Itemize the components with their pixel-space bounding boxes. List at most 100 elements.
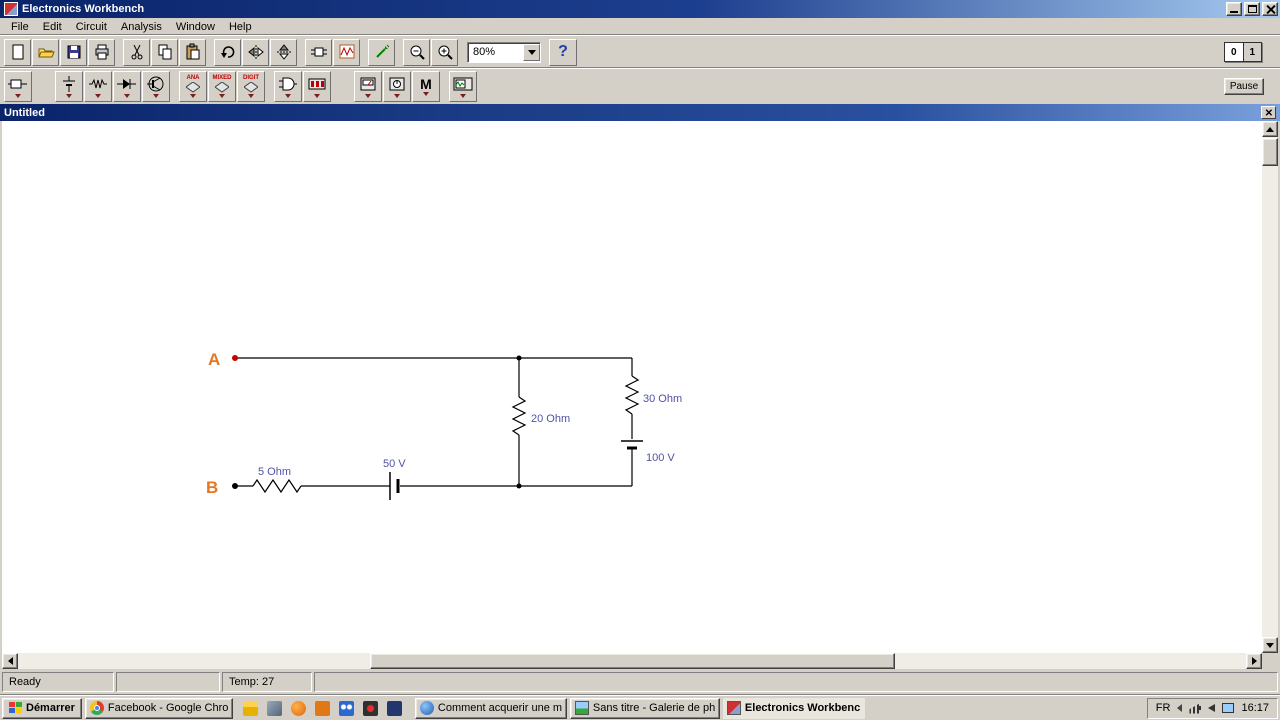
menu-help[interactable]: Help xyxy=(222,20,259,34)
mixed-ics-bin-button[interactable]: MIXED xyxy=(208,71,236,102)
battery-v1-50v[interactable] xyxy=(389,472,400,500)
resistor-r3-30ohm[interactable] xyxy=(624,358,640,439)
pause-button[interactable]: Pause xyxy=(1224,78,1264,95)
resistor-r1-5ohm[interactable] xyxy=(252,478,302,494)
cut-button[interactable] xyxy=(123,38,150,66)
taskbar-task-chrome[interactable]: Facebook - Google Chrome xyxy=(84,697,233,719)
component-properties-button[interactable] xyxy=(368,38,395,66)
paste-button[interactable] xyxy=(179,38,206,66)
copy-button[interactable] xyxy=(151,38,178,66)
digital-bin-button[interactable] xyxy=(303,71,331,102)
menu-analysis[interactable]: Analysis xyxy=(114,20,169,34)
favorites-icon xyxy=(8,79,27,89)
minimize-icon xyxy=(1230,11,1238,13)
battery-v2-value-label[interactable]: 100 V xyxy=(646,452,675,464)
node-a-terminal[interactable] xyxy=(232,355,238,361)
volume-icon[interactable] xyxy=(1198,704,1216,712)
users-icon[interactable] xyxy=(338,700,354,716)
basic-bin-button[interactable] xyxy=(84,71,112,102)
indicators-bin-button[interactable] xyxy=(354,71,382,102)
clock[interactable]: 16:17 xyxy=(1241,702,1269,714)
zoom-out-icon xyxy=(410,45,425,60)
start-button[interactable]: Démarrer xyxy=(2,697,82,719)
photo-gallery-icon xyxy=(574,701,589,715)
display-graphs-button[interactable] xyxy=(333,38,360,66)
node-b-terminal[interactable] xyxy=(232,483,238,489)
folder-icon[interactable] xyxy=(242,700,258,716)
display-icon[interactable] xyxy=(1222,703,1235,713)
activate-simulation-switch[interactable]: 0 1 xyxy=(1224,42,1262,62)
analog-ics-bin-button[interactable]: ANA xyxy=(179,71,207,102)
taskbar-task-workbench[interactable]: Electronics Workbenc... xyxy=(722,697,865,719)
firefox-icon[interactable] xyxy=(290,700,306,716)
menu-window[interactable]: Window xyxy=(169,20,222,34)
resistor-r1-value-label[interactable]: 5 Ohm xyxy=(258,466,291,478)
controls-bin-button[interactable] xyxy=(383,71,411,102)
menu-edit[interactable]: Edit xyxy=(36,20,69,34)
taskbar-task-help-doc[interactable]: Comment acquerir une m... xyxy=(414,697,567,719)
close-button[interactable] xyxy=(1262,2,1278,16)
new-button[interactable] xyxy=(4,38,31,66)
computer-icon[interactable] xyxy=(266,700,282,716)
scroll-down-button[interactable] xyxy=(1262,637,1278,653)
open-button[interactable] xyxy=(32,38,59,66)
menu-circuit[interactable]: Circuit xyxy=(69,20,114,34)
minimize-button[interactable] xyxy=(1226,2,1242,16)
battery-v1-value-label[interactable]: 50 V xyxy=(383,458,406,470)
resistor-r3-value-label[interactable]: 30 Ohm xyxy=(643,393,682,405)
language-indicator[interactable]: FR xyxy=(1156,702,1171,714)
digital-ics-bin-button[interactable]: DIGIT xyxy=(237,71,265,102)
control-knob-icon xyxy=(389,77,405,91)
logic-gate-icon xyxy=(279,77,297,91)
new-document-icon xyxy=(12,44,23,60)
help-button[interactable]: ? xyxy=(549,38,577,66)
create-subcircuit-button[interactable] xyxy=(305,38,332,66)
app-shortcut-icon[interactable] xyxy=(386,700,402,716)
sources-bin-button[interactable] xyxy=(55,71,83,102)
transistors-bin-button[interactable] xyxy=(142,71,170,102)
scroll-left-button[interactable] xyxy=(2,653,18,669)
scroll-right-button[interactable] xyxy=(1246,653,1262,669)
node-a-label[interactable]: A xyxy=(208,350,220,369)
task-label: Facebook - Google Chrome xyxy=(107,702,228,714)
maximize-button[interactable] xyxy=(1244,2,1260,16)
menu-file[interactable]: File xyxy=(4,20,36,34)
zoom-out-button[interactable] xyxy=(403,38,430,66)
main-toolbar: 80% ? 0 1 xyxy=(0,35,1280,68)
favorites-bin-button[interactable] xyxy=(4,71,32,102)
scrollbar-corner xyxy=(1262,653,1278,669)
media-player-icon[interactable] xyxy=(314,700,330,716)
resistor-icon xyxy=(89,78,107,89)
miscellaneous-bin-button[interactable]: M xyxy=(412,71,440,102)
battery-v2-100v[interactable] xyxy=(621,440,643,486)
logic-gates-bin-button[interactable] xyxy=(274,71,302,102)
taskbar-task-gallery[interactable]: Sans titre - Galerie de ph... xyxy=(569,697,720,719)
tray-chevron-icon[interactable] xyxy=(1177,704,1183,712)
arrow-left-icon xyxy=(7,657,13,665)
system-tray: FR 16:17 xyxy=(1146,697,1278,719)
player-icon[interactable] xyxy=(362,700,378,716)
rotate-button[interactable] xyxy=(214,38,241,66)
node-b-label[interactable]: B xyxy=(206,478,218,497)
document-close-button[interactable] xyxy=(1261,106,1276,119)
zoom-dropdown-button[interactable] xyxy=(523,43,540,61)
vertical-scrollbar[interactable] xyxy=(1262,121,1278,653)
save-button[interactable] xyxy=(60,38,87,66)
resistor-r2-20ohm[interactable] xyxy=(511,358,527,486)
zoom-level-select[interactable]: 80% xyxy=(467,41,541,63)
circuit-canvas[interactable]: A B 20 Ohm 30 Ohm 100 V 5 Ohm 50 V xyxy=(2,121,1262,653)
vertical-scroll-thumb[interactable] xyxy=(1262,138,1278,166)
horizontal-scroll-thumb[interactable] xyxy=(370,653,895,669)
flip-vertical-button[interactable] xyxy=(270,38,297,66)
chevron-down-icon xyxy=(190,94,196,98)
task-label: Electronics Workbenc... xyxy=(744,702,861,714)
horizontal-scrollbar[interactable] xyxy=(2,653,1262,669)
flip-horizontal-button[interactable] xyxy=(242,38,269,66)
instruments-bin-button[interactable] xyxy=(449,71,477,102)
diodes-bin-button[interactable] xyxy=(113,71,141,102)
print-button[interactable] xyxy=(88,38,115,66)
document-title: Untitled xyxy=(4,106,45,119)
scroll-up-button[interactable] xyxy=(1262,121,1278,137)
resistor-r2-value-label[interactable]: 20 Ohm xyxy=(531,413,570,425)
zoom-in-button[interactable] xyxy=(431,38,458,66)
